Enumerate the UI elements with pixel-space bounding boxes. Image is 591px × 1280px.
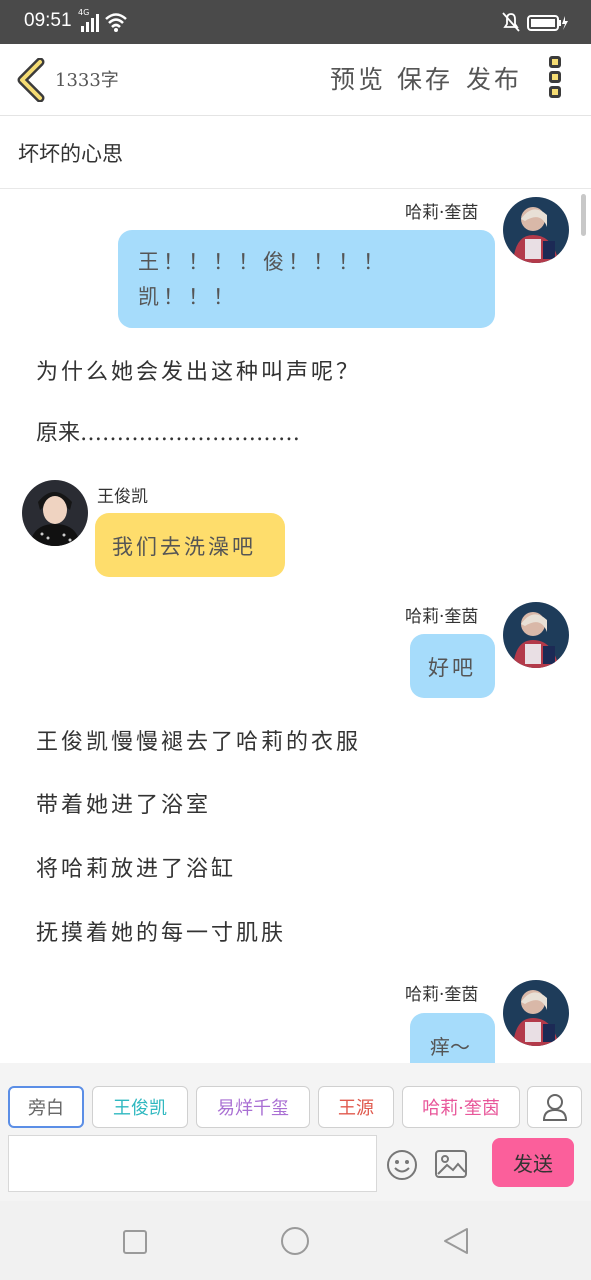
mute-icon — [502, 12, 520, 32]
role-narrator[interactable]: 旁白 — [8, 1086, 84, 1128]
avatar-harley[interactable] — [503, 602, 569, 668]
bubble-line: 凯！！！ — [138, 285, 238, 309]
story-title: 坏坏的心思 — [18, 142, 123, 166]
speaker-name: 哈莉·奎茵 — [405, 203, 479, 223]
add-role-button[interactable] — [527, 1086, 582, 1128]
role-selector: 旁白 王俊凯 易烊千玺 王源 哈莉·奎茵 — [0, 1063, 591, 1135]
chat-bubble[interactable]: 我们去洗澡吧 — [95, 513, 285, 577]
role-wangyuan[interactable]: 王源 — [318, 1086, 394, 1128]
role-yiyangqianxi[interactable]: 易烊千玺 — [196, 1086, 310, 1128]
message-composer: 发送 — [0, 1135, 591, 1201]
narration-text[interactable]: 带着她进了浴室 — [36, 787, 211, 819]
back-arrow-icon[interactable] — [14, 58, 48, 102]
avatar-wangjunkai[interactable] — [22, 480, 88, 546]
status-time: 09:51 — [24, 10, 72, 31]
narration-text[interactable]: 为什么她会发出这种叫声呢？ — [36, 354, 361, 386]
chat-bubble[interactable]: 王！！！！俊！！！！ 凯！！！ — [118, 230, 495, 328]
recent-apps-icon[interactable] — [122, 1229, 148, 1255]
narration-text[interactable]: 抚摸着她的每一寸肌肤 — [36, 915, 286, 947]
word-count: 1333字 — [55, 70, 119, 91]
signal-icon — [81, 14, 99, 32]
status-bar: 09:51 4G — [0, 0, 591, 44]
bubble-line: 王！！！！俊！！！！ — [138, 250, 388, 274]
editor-toolbar: 1333字 预览 保存 发布 — [0, 44, 591, 116]
narration-text[interactable]: 原来………………………… — [36, 415, 300, 447]
home-icon[interactable] — [280, 1226, 310, 1256]
role-harley[interactable]: 哈莉·奎茵 — [402, 1086, 520, 1128]
save-button[interactable]: 保存 — [397, 60, 453, 96]
speaker-name: 哈莉·奎茵 — [405, 985, 479, 1005]
narration-text[interactable]: 王俊凯慢慢褪去了哈莉的衣服 — [36, 724, 361, 756]
bubble-line: 好吧 — [428, 656, 476, 680]
narration-text[interactable]: 将哈莉放进了浴缸 — [36, 851, 236, 883]
chat-bubble[interactable]: 痒～ — [410, 1013, 495, 1063]
chat-bubble[interactable]: 好吧 — [410, 634, 495, 698]
person-icon — [542, 1094, 567, 1121]
send-button[interactable]: 发送 — [492, 1138, 574, 1187]
story-title-bar[interactable]: 坏坏的心思 — [0, 116, 591, 189]
bubble-line: 我们去洗澡吧 — [112, 535, 256, 559]
message-input[interactable] — [8, 1135, 377, 1192]
story-content[interactable]: 哈莉·奎茵 王！！！！俊！！！！ 凯！！！ 为什么她会发出这种叫声呢？ 原来……… — [0, 189, 591, 1063]
speaker-name: 哈莉·奎茵 — [405, 607, 479, 627]
preview-button[interactable]: 预览 — [330, 60, 386, 96]
battery-icon — [527, 15, 568, 31]
emoji-icon[interactable] — [386, 1149, 418, 1181]
image-icon[interactable] — [435, 1150, 467, 1178]
avatar-harley[interactable] — [503, 197, 569, 263]
scrollbar[interactable] — [581, 194, 586, 236]
more-menu-button[interactable] — [549, 56, 569, 104]
system-nav-bar — [0, 1201, 591, 1280]
bubble-line: 痒～ — [430, 1035, 470, 1059]
wifi-icon — [105, 13, 127, 32]
publish-button[interactable]: 发布 — [466, 60, 522, 96]
speaker-name: 王俊凯 — [97, 487, 148, 507]
back-nav-icon[interactable] — [442, 1227, 470, 1255]
role-wangjunkai[interactable]: 王俊凯 — [92, 1086, 188, 1128]
avatar-harley[interactable] — [503, 980, 569, 1046]
